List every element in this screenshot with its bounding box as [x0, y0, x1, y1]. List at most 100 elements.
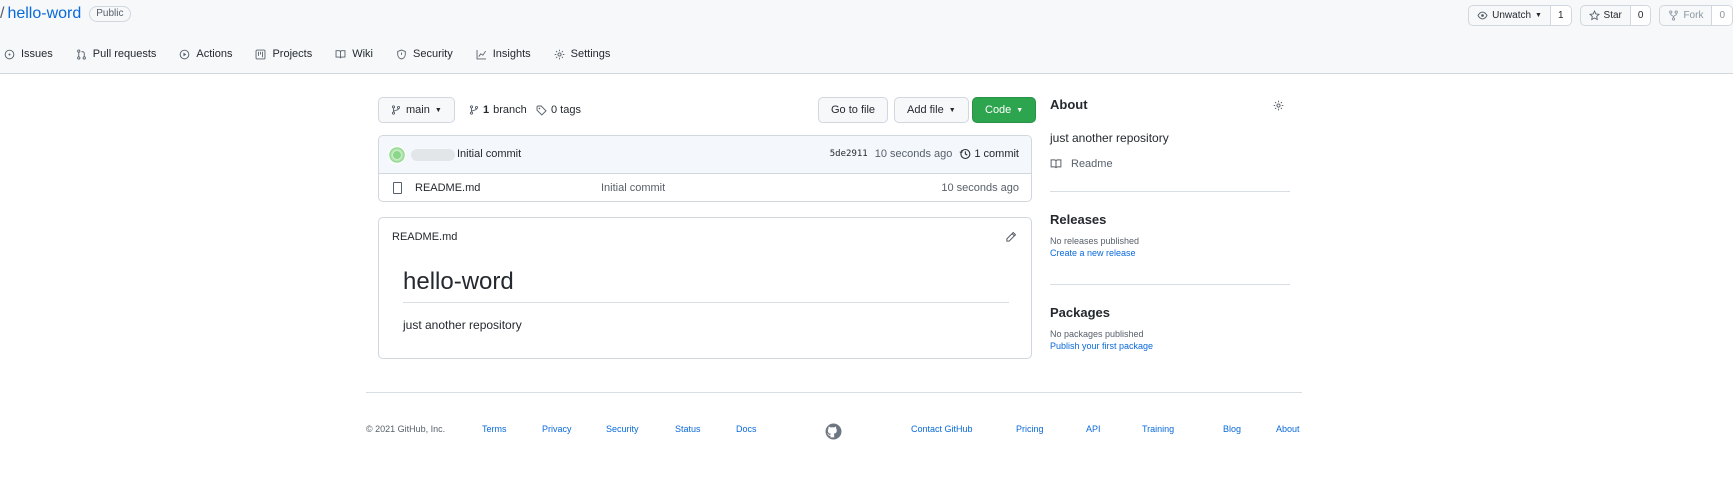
commit-history-link[interactable]: 1 commit [959, 148, 1019, 160]
watch-count[interactable]: 1 [1550, 6, 1571, 25]
site-footer: © 2021 GitHub, Inc. Terms Privacy Securi… [366, 392, 1302, 452]
book-icon [335, 49, 346, 58]
readme-link[interactable]: Readme [1050, 158, 1113, 170]
footer-link-contact[interactable]: Contact GitHub [911, 424, 973, 434]
sidebar-divider [1050, 191, 1290, 192]
repo-name-link[interactable]: hello-word [7, 5, 81, 23]
readme-heading: hello-word [403, 268, 1009, 303]
pencil-icon[interactable] [1005, 231, 1017, 243]
watch-control: Unwatch ▼ 1 [1468, 5, 1572, 26]
unwatch-label: Unwatch [1492, 10, 1532, 21]
tab-label: Projects [272, 48, 313, 60]
fork-control: Fork 0 [1659, 5, 1733, 26]
fork-label: Fork [1683, 10, 1704, 21]
releases-title[interactable]: Releases [1050, 212, 1139, 227]
unwatch-button[interactable]: Unwatch ▼ [1469, 6, 1551, 25]
tab-label: Security [413, 48, 453, 60]
eye-icon [1477, 11, 1488, 20]
tab-pull-requests[interactable]: Pull requests [76, 48, 156, 60]
tab-label: Wiki [352, 48, 373, 60]
repo-actions: Unwatch ▼ 1 Star 0 Fork 0 [1468, 5, 1733, 26]
star-count[interactable]: 0 [1630, 6, 1651, 25]
footer-link-api[interactable]: API [1086, 424, 1101, 434]
avatar[interactable] [388, 146, 406, 164]
project-board-icon [256, 49, 266, 59]
footer-link-about[interactable]: About [1276, 424, 1300, 434]
fork-count[interactable]: 0 [1712, 6, 1732, 25]
gear-icon[interactable] [1273, 100, 1284, 111]
packages-title[interactable]: Packages [1050, 305, 1153, 320]
code-label: Code [985, 104, 1012, 116]
commit-message-link[interactable]: Initial commit [457, 148, 521, 160]
branch-word: branch [493, 104, 527, 116]
about-title: About [1050, 97, 1088, 112]
chevron-down-icon: ▼ [434, 106, 442, 114]
tags-label: 0 tags [551, 104, 581, 116]
footer-link-docs[interactable]: Docs [736, 424, 757, 434]
footer-link-terms[interactable]: Terms [482, 424, 507, 434]
create-release-link[interactable]: Create a new release [1050, 248, 1139, 258]
add-file-button[interactable]: Add file ▼ [894, 97, 969, 123]
commit-age: 10 seconds ago [874, 148, 953, 160]
visibility-badge: Public [89, 6, 131, 22]
star-label: Star [1603, 10, 1622, 21]
author-name-redacted [411, 149, 455, 161]
go-to-file-button[interactable]: Go to file [818, 97, 889, 123]
releases-empty: No releases published [1050, 236, 1140, 246]
chevron-down-icon: ▼ [1016, 106, 1024, 114]
graph-icon [476, 49, 486, 59]
footer-link-pricing[interactable]: Pricing [1016, 424, 1044, 434]
book-icon [1050, 159, 1062, 169]
about-description: just another repository [1050, 131, 1169, 145]
footer-link-training[interactable]: Training [1142, 424, 1174, 434]
branch-select-button[interactable]: main ▼ [378, 97, 455, 123]
tab-label: Insights [492, 48, 531, 60]
gear-icon [554, 49, 564, 59]
table-row[interactable]: README.md Initial commit 10 seconds ago [379, 174, 1031, 202]
branch-icon [469, 105, 479, 115]
tab-wiki[interactable]: Wiki [335, 48, 373, 60]
star-icon [1588, 10, 1600, 21]
readme-link-label: Readme [1071, 158, 1113, 170]
file-list: Initial commit 5de2911 10 seconds ago 1 … [378, 135, 1032, 202]
pull-request-icon [76, 48, 86, 60]
footer-link-status[interactable]: Status [675, 424, 701, 434]
readme-file-name[interactable]: README.md [392, 231, 457, 243]
footer-link-security[interactable]: Security [606, 424, 639, 434]
footer-link-blog[interactable]: Blog [1223, 424, 1241, 434]
readme-panel: README.md hello-word just another reposi… [378, 217, 1032, 359]
tab-settings[interactable]: Settings [554, 48, 610, 60]
tab-projects[interactable]: Projects [255, 48, 312, 60]
sidebar-divider [1050, 284, 1290, 285]
repo-tabs: Issues Pull requests Actions Projects Wi… [4, 48, 633, 60]
code-button[interactable]: Code ▼ [972, 97, 1037, 123]
file-icon [393, 182, 402, 194]
tag-icon [536, 105, 547, 116]
repo-sidebar: About just another repository Readme Rel… [1050, 97, 1290, 351]
shield-icon [397, 49, 406, 59]
footer-link-privacy[interactable]: Privacy [542, 424, 572, 434]
file-age: 10 seconds ago [941, 182, 1019, 194]
footer-copyright: © 2021 GitHub, Inc. [366, 424, 446, 434]
packages-empty: No packages published [1050, 329, 1144, 339]
star-button[interactable]: Star [1581, 6, 1631, 25]
tab-issues[interactable]: Issues [4, 48, 53, 60]
file-navigation: main ▼ 1 branch 0 tags Go to file Add fi… [378, 97, 1037, 123]
repo-header: / hello-word Public Unwatch ▼ 1 Star 0 F… [0, 0, 1733, 74]
fork-button[interactable]: Fork [1660, 6, 1713, 25]
github-logo-icon[interactable] [825, 423, 842, 440]
file-name-link[interactable]: README.md [415, 182, 480, 194]
branch-name: main [406, 104, 430, 116]
branches-link[interactable]: 1 branch [469, 97, 527, 123]
tab-security[interactable]: Security [396, 48, 453, 60]
tags-link[interactable]: 0 tags [536, 97, 581, 123]
issue-icon [4, 49, 15, 59]
commit-sha-link[interactable]: 5de2911 [830, 149, 868, 159]
tab-actions[interactable]: Actions [179, 48, 232, 60]
repo-title-row: / hello-word Public [0, 5, 131, 23]
publish-package-link[interactable]: Publish your first package [1050, 341, 1153, 351]
fork-icon [1669, 10, 1679, 21]
file-commit-message[interactable]: Initial commit [601, 182, 665, 194]
tab-insights[interactable]: Insights [476, 48, 531, 60]
tab-label: Actions [196, 48, 233, 60]
